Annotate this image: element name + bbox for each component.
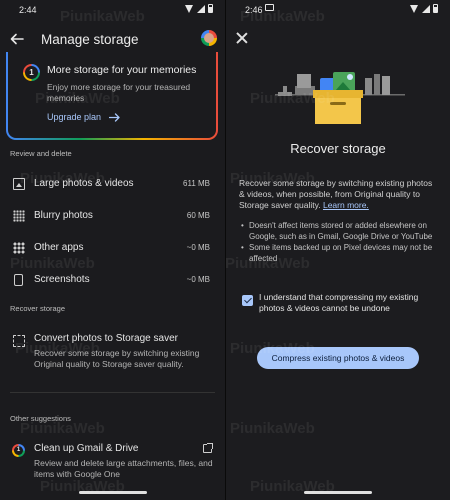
list-item-other-apps[interactable]: Other apps ~0 MB	[0, 238, 225, 260]
open-external-icon[interactable]	[203, 443, 213, 453]
review-section-label: Review and delete	[10, 149, 72, 158]
battery-icon	[433, 4, 438, 13]
promo-title: More storage for your memories	[47, 64, 197, 76]
blur-icon	[13, 210, 25, 222]
list-item-screenshots[interactable]: Screenshots ~0 MB	[0, 270, 225, 292]
info-bullets: Doesn't affect items stored or added els…	[241, 221, 441, 265]
list-item-size: ~0 MB	[186, 275, 210, 284]
upgrade-plan-link[interactable]: Upgrade plan	[47, 112, 120, 122]
convert-description: Recover some storage by switching existi…	[34, 348, 200, 369]
list-item-label: Blurry photos	[34, 210, 93, 221]
gesture-nav-bar[interactable]	[78, 491, 147, 494]
battery-icon	[208, 4, 213, 13]
apps-grid-icon	[13, 242, 25, 254]
upgrade-plan-label: Upgrade plan	[47, 112, 102, 122]
cleanup-title[interactable]: Clean up Gmail & Drive	[34, 443, 138, 454]
avatar[interactable]	[201, 30, 217, 46]
signal-icon	[197, 4, 205, 13]
status-time: 2:46	[245, 5, 263, 15]
signal-icon	[422, 4, 430, 13]
list-item-blurry-photos[interactable]: Blurry photos 60 MB	[0, 206, 225, 228]
back-arrow-icon[interactable]	[10, 32, 24, 46]
app-bar: Manage storage	[0, 26, 225, 54]
status-bar: 2:46	[226, 0, 450, 20]
list-item-size: 611 MB	[183, 179, 210, 188]
list-item-large-photos[interactable]: Large photos & videos 611 MB	[0, 174, 225, 196]
page-title: Manage storage	[41, 32, 139, 47]
learn-more-link[interactable]: Learn more.	[323, 200, 369, 210]
manage-storage-screen: 2:44 Manage storage More storage for you…	[0, 0, 225, 500]
acknowledge-checkbox[interactable]	[242, 295, 253, 306]
screenshot-icon	[14, 274, 23, 286]
convert-icon	[13, 335, 25, 347]
status-bar: 2:44	[0, 0, 225, 20]
bullet-item: Doesn't affect items stored or added els…	[241, 221, 441, 242]
google-one-icon	[12, 444, 25, 457]
promo-description: Enjoy more storage for your treasured me…	[47, 82, 191, 103]
gallery-notification-icon	[265, 4, 274, 11]
convert-title: Convert photos to Storage saver	[34, 333, 178, 344]
google-one-icon	[23, 64, 40, 81]
list-item-label: Screenshots	[34, 274, 90, 285]
recover-storage-screen: 2:46 Recover storage Recover some storag…	[226, 0, 450, 500]
arrow-right-icon	[109, 112, 120, 122]
gesture-nav-bar[interactable]	[304, 491, 372, 494]
wifi-icon	[185, 4, 194, 13]
acknowledge-label[interactable]: I understand that compressing my existin…	[259, 292, 439, 314]
photo-icon	[13, 178, 25, 190]
wifi-icon	[410, 4, 419, 13]
page-title: Recover storage	[290, 141, 386, 156]
list-item-label: Other apps	[34, 242, 84, 253]
other-suggestions-label: Other suggestions	[10, 414, 71, 423]
divider	[10, 392, 215, 393]
recover-description: Recover some storage by switching existi…	[239, 178, 439, 211]
status-time: 2:44	[19, 5, 37, 15]
list-item-size: ~0 MB	[186, 243, 210, 252]
close-icon[interactable]	[236, 32, 248, 44]
bullet-item: Some items backed up on Pixel devices ma…	[241, 243, 441, 264]
list-item-label: Large photos & videos	[34, 178, 134, 189]
compress-button[interactable]: Compress existing photos & videos	[257, 347, 419, 369]
storage-box-illustration	[275, 72, 405, 124]
list-item-size: 60 MB	[186, 211, 210, 220]
recover-section-label: Recover storage	[10, 304, 66, 313]
upgrade-promo-card: More storage for your memories Enjoy mor…	[6, 52, 218, 140]
cleanup-description: Review and delete large attachments, fil…	[34, 458, 213, 479]
